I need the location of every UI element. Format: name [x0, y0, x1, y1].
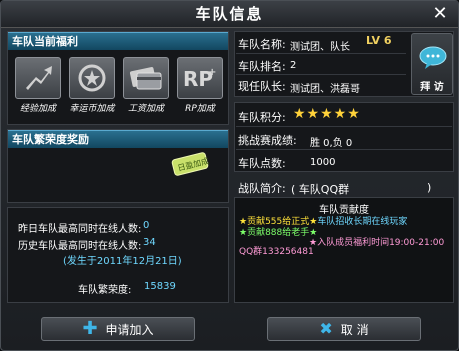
window-title: 车队信息 [195, 5, 264, 23]
team-leader-label: 现任队长: [238, 80, 286, 93]
intro-label: 战队简介: [238, 182, 286, 195]
challenge-record-value: 胜 0,负 0 [310, 138, 353, 149]
close-x-icon: ✖ [319, 319, 333, 338]
intro-line-3: ★入队成员福利时间19:00-21:00 [309, 238, 445, 248]
benefit-lucky-coin[interactable]: 幸运币加成 [67, 57, 117, 114]
benefit-exp[interactable]: 经验加成 [13, 57, 63, 114]
prosperity-label: 车队繁荣度: [78, 285, 132, 296]
intro-line-4: QQ群133256481 [239, 247, 314, 257]
divider [236, 126, 452, 127]
join-button-label: 申请加入 [105, 322, 154, 337]
divider [236, 149, 452, 150]
prosperity-badge-icon: 日盈加成 [169, 149, 211, 179]
join-button[interactable]: ✚ 申请加入 [41, 317, 195, 341]
team-points-label: 车队积分: [238, 111, 286, 124]
intro-line-1b: 车队招收长期在线玩家 [317, 217, 408, 227]
close-icon[interactable]: ✕ [430, 4, 450, 24]
benefit-salary[interactable]: 工资加成 [121, 57, 171, 114]
team-leader-value: 测试团、洪磊哥 [290, 84, 360, 95]
history-online-label: 历史车队最高同时在线人数: [18, 241, 142, 252]
plus-icon: ✚ [82, 318, 98, 339]
intro-close: ) [427, 181, 432, 194]
history-online-value: 34 [143, 237, 156, 248]
prosperity-header-text: 车队繁荣度奖励 [12, 133, 89, 146]
chat-bubble-icon [418, 46, 448, 70]
yesterday-online-value: 0 [143, 220, 150, 231]
benefit-label: 工资加成 [127, 104, 164, 114]
intro-textbox: 车队贡献度 ★贡献555给正式★车队招收长期在线玩家 ★贡献888给老手★ ★入… [234, 197, 454, 303]
visit-button[interactable]: 拜 访 [411, 33, 453, 95]
cancel-button[interactable]: ✖ 取 消 [267, 317, 421, 341]
visit-label: 拜 访 [420, 82, 444, 93]
benefit-label: 经验加成 [19, 104, 56, 114]
team-rank-label: 车队排名: [238, 60, 286, 73]
divider [236, 74, 406, 75]
benefits-header-text: 车队当前福利 [12, 35, 78, 48]
benefit-label: RP加成 [185, 104, 215, 114]
cancel-button-label: 取 消 [340, 322, 369, 337]
prosperity-value: 15839 [144, 281, 176, 292]
svg-text:+: + [208, 67, 216, 78]
star-rating: ★★★★★ [293, 106, 361, 122]
coin-icon [69, 57, 115, 99]
team-level: LV 6 [366, 34, 392, 47]
card-icon [123, 57, 169, 99]
team-name-value: 测试团、队长 [290, 42, 350, 53]
title-bar: 车队信息 [1, 1, 458, 28]
divider [236, 53, 406, 54]
challenge-record-label: 挑战赛成绩: [238, 134, 297, 147]
team-info-window: 车队信息 ✕ 车队当前福利 经验加成 幸运币加成 工资加成 RP + RP加成 … [0, 0, 459, 351]
team-name-label: 车队名称: [238, 38, 286, 51]
benefit-rp[interactable]: RP + RP加成 [175, 57, 225, 114]
intro-line-2: ★贡献888给老手★ [239, 228, 318, 238]
team-points-total-label: 车队点数: [238, 157, 286, 170]
yesterday-online-label: 昨日车队最高同时在线人数: [18, 224, 142, 235]
team-points-total-value: 1000 [310, 157, 336, 168]
benefits-header: 车队当前福利 [8, 32, 228, 50]
history-online-date: (发生于2011年12月21日) [63, 256, 182, 267]
rp-icon: RP + [177, 57, 223, 99]
team-rank-value: 2 [290, 60, 297, 71]
arrow-up-icon [15, 57, 61, 99]
benefit-label: 幸运币加成 [69, 104, 115, 114]
prosperity-header: 车队繁荣度奖励 [8, 130, 228, 148]
intro-value: ( 车队QQ群 [291, 183, 350, 196]
